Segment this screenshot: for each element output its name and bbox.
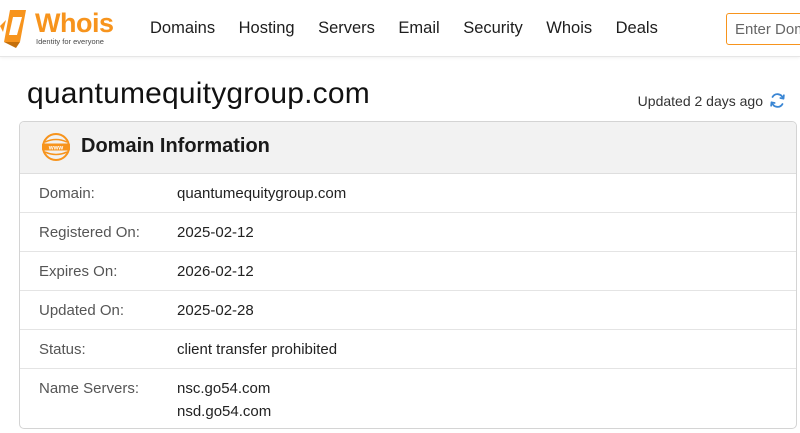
whois-logo[interactable]: Whois Identity for everyone [0, 6, 130, 50]
updated-status: Updated 2 days ago [638, 92, 786, 109]
main-nav: Domains Hosting Servers Email Security W… [150, 0, 681, 57]
svg-text:www: www [48, 144, 64, 151]
info-row-updated-on: Updated On: 2025-02-28 [20, 291, 796, 330]
logo-tagline: Identity for everyone [36, 37, 104, 46]
domain-information-card: www Domain Information Domain: quantumeq… [19, 121, 797, 429]
row-value: client transfer prohibited [177, 341, 338, 358]
row-label: Status: [39, 341, 86, 358]
nav-item-whois[interactable]: Whois [546, 19, 592, 38]
top-navigation-bar: Whois Identity for everyone Domains Host… [0, 0, 800, 57]
nav-item-servers[interactable]: Servers [318, 19, 375, 38]
row-value: 2025-02-12 [177, 224, 254, 241]
row-value: 2025-02-28 [177, 302, 254, 319]
card-header: www Domain Information [20, 122, 796, 174]
logo-wordmark: Whois [35, 8, 114, 38]
info-row-expires-on: Expires On: 2026-02-12 [20, 252, 796, 291]
card-title: Domain Information [81, 135, 270, 157]
info-row-registered-on: Registered On: 2025-02-12 [20, 213, 796, 252]
refresh-icon[interactable] [769, 92, 786, 109]
row-value: 2026-02-12 [177, 263, 254, 280]
www-icon: www [42, 133, 70, 161]
nav-item-hosting[interactable]: Hosting [239, 19, 295, 38]
name-server-item: nsd.go54.com [177, 403, 272, 420]
nav-item-domains[interactable]: Domains [150, 19, 215, 38]
nav-item-deals[interactable]: Deals [616, 19, 658, 38]
row-value: quantumequitygroup.com [177, 185, 347, 202]
page-title: quantumequitygroup.com [27, 77, 370, 110]
name-server-list: nsc.go54.com nsd.go54.com [177, 377, 271, 423]
row-label: Expires On: [39, 263, 118, 280]
name-server-item: nsc.go54.com [177, 380, 271, 397]
row-label: Domain: [39, 185, 95, 202]
row-label: Registered On: [39, 224, 140, 241]
updated-text: Updated 2 days ago [637, 92, 763, 109]
logo-mark-icon [0, 10, 26, 48]
row-label: Name Servers: [39, 380, 140, 397]
row-label: Updated On: [39, 302, 125, 319]
domain-search-input[interactable] [726, 13, 800, 45]
nav-item-security[interactable]: Security [463, 19, 523, 38]
info-row-domain: Domain: quantumequitygroup.com [20, 174, 796, 213]
info-row-name-servers: Name Servers: nsc.go54.com nsd.go54.com [20, 369, 796, 428]
info-row-status: Status: client transfer prohibited [20, 330, 796, 369]
nav-item-email[interactable]: Email [398, 19, 439, 38]
